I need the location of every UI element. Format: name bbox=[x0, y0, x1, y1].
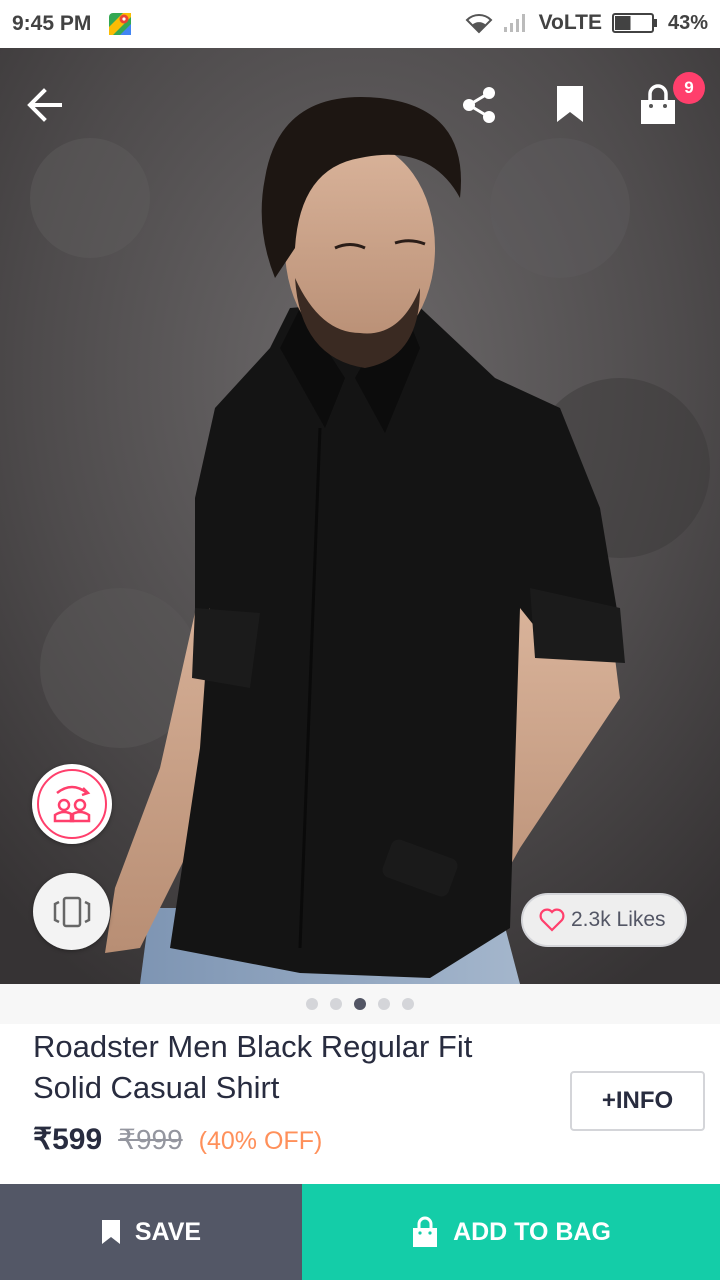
google-maps-icon bbox=[109, 13, 131, 35]
heart-icon bbox=[539, 908, 565, 932]
add-to-bag-label: ADD TO BAG bbox=[453, 1217, 611, 1246]
product-title: Roadster Men Black Regular Fit Solid Cas… bbox=[33, 1029, 473, 1105]
rotate-view-button[interactable] bbox=[33, 873, 110, 950]
price-row: ₹599 ₹999 (40% OFF) bbox=[33, 1122, 322, 1157]
selling-price: ₹599 bbox=[33, 1123, 103, 1156]
status-bar: 9:45 PM VoLTE 43% bbox=[0, 0, 720, 48]
view-similar-button[interactable] bbox=[32, 764, 112, 844]
status-time: 9:45 PM bbox=[12, 12, 92, 35]
add-to-bag-button[interactable]: ADD TO BAG bbox=[302, 1184, 720, 1280]
network-type: VoLTE bbox=[538, 11, 602, 34]
rotate-device-icon bbox=[53, 896, 90, 927]
carousel-dot[interactable] bbox=[354, 998, 366, 1010]
info-button[interactable]: +INFO bbox=[570, 1071, 705, 1131]
discount-label: (40% OFF) bbox=[198, 1127, 323, 1155]
carousel-dot[interactable] bbox=[402, 998, 414, 1010]
product-photo bbox=[0, 48, 720, 984]
likes-count: 2.3k Likes bbox=[571, 908, 666, 931]
save-button[interactable]: SAVE bbox=[0, 1184, 302, 1280]
original-price: ₹999 bbox=[118, 1124, 183, 1155]
shopping-bag-icon bbox=[413, 1216, 438, 1247]
carousel-dot[interactable] bbox=[330, 998, 342, 1010]
likes-button[interactable]: 2.3k Likes bbox=[521, 893, 687, 947]
back-arrow-icon[interactable] bbox=[26, 87, 64, 123]
share-icon[interactable] bbox=[461, 86, 497, 124]
image-carousel-indicator bbox=[0, 984, 720, 1024]
carousel-dot[interactable] bbox=[306, 998, 318, 1010]
wifi-icon bbox=[465, 14, 492, 34]
carousel-dot[interactable] bbox=[378, 998, 390, 1010]
product-image[interactable]: 9 2.3k Likes bbox=[0, 48, 720, 984]
wishlist-bookmark-icon[interactable] bbox=[556, 85, 584, 123]
bookmark-icon bbox=[101, 1220, 120, 1244]
battery-percent: 43% bbox=[667, 11, 708, 34]
cart-count-badge: 9 bbox=[673, 72, 705, 104]
shopping-bag-icon[interactable] bbox=[638, 84, 678, 126]
save-label: SAVE bbox=[134, 1217, 202, 1246]
signal-icon bbox=[503, 14, 525, 32]
battery-icon bbox=[611, 13, 657, 33]
